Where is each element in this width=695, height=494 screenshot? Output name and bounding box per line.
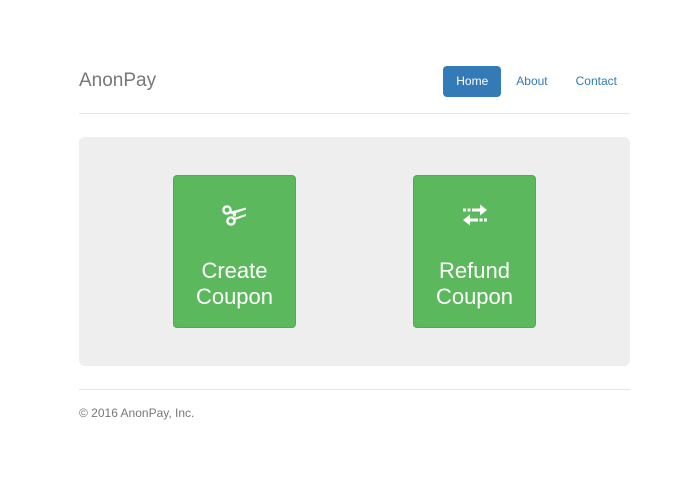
copyright-text: © 2016 AnonPay, Inc. <box>79 406 195 420</box>
nav-contact-link[interactable]: Contact <box>563 66 630 97</box>
top-nav: Home About Contact <box>443 66 630 97</box>
footer: © 2016 AnonPay, Inc. <box>79 389 630 420</box>
refund-coupon-line2: Coupon <box>435 284 514 309</box>
refund-coupon-line1: Refund <box>439 258 510 283</box>
create-coupon-line2: Coupon <box>195 284 274 309</box>
nav-home-link[interactable]: Home <box>443 66 502 97</box>
scissors-icon <box>174 202 295 228</box>
transfer-arrows-icon <box>414 202 535 228</box>
action-panel: Create Coupon Refund Coupon <box>79 137 630 366</box>
brand-title: AnonPay <box>79 70 157 91</box>
nav-about-link[interactable]: About <box>503 66 560 97</box>
create-coupon-button[interactable]: Create Coupon <box>173 175 296 328</box>
header: AnonPay Home About Contact <box>79 0 630 114</box>
refund-coupon-button[interactable]: Refund Coupon <box>413 175 536 328</box>
create-coupon-label: Create Coupon <box>174 258 295 310</box>
refund-coupon-label: Refund Coupon <box>414 258 535 310</box>
create-coupon-line1: Create <box>201 258 268 283</box>
